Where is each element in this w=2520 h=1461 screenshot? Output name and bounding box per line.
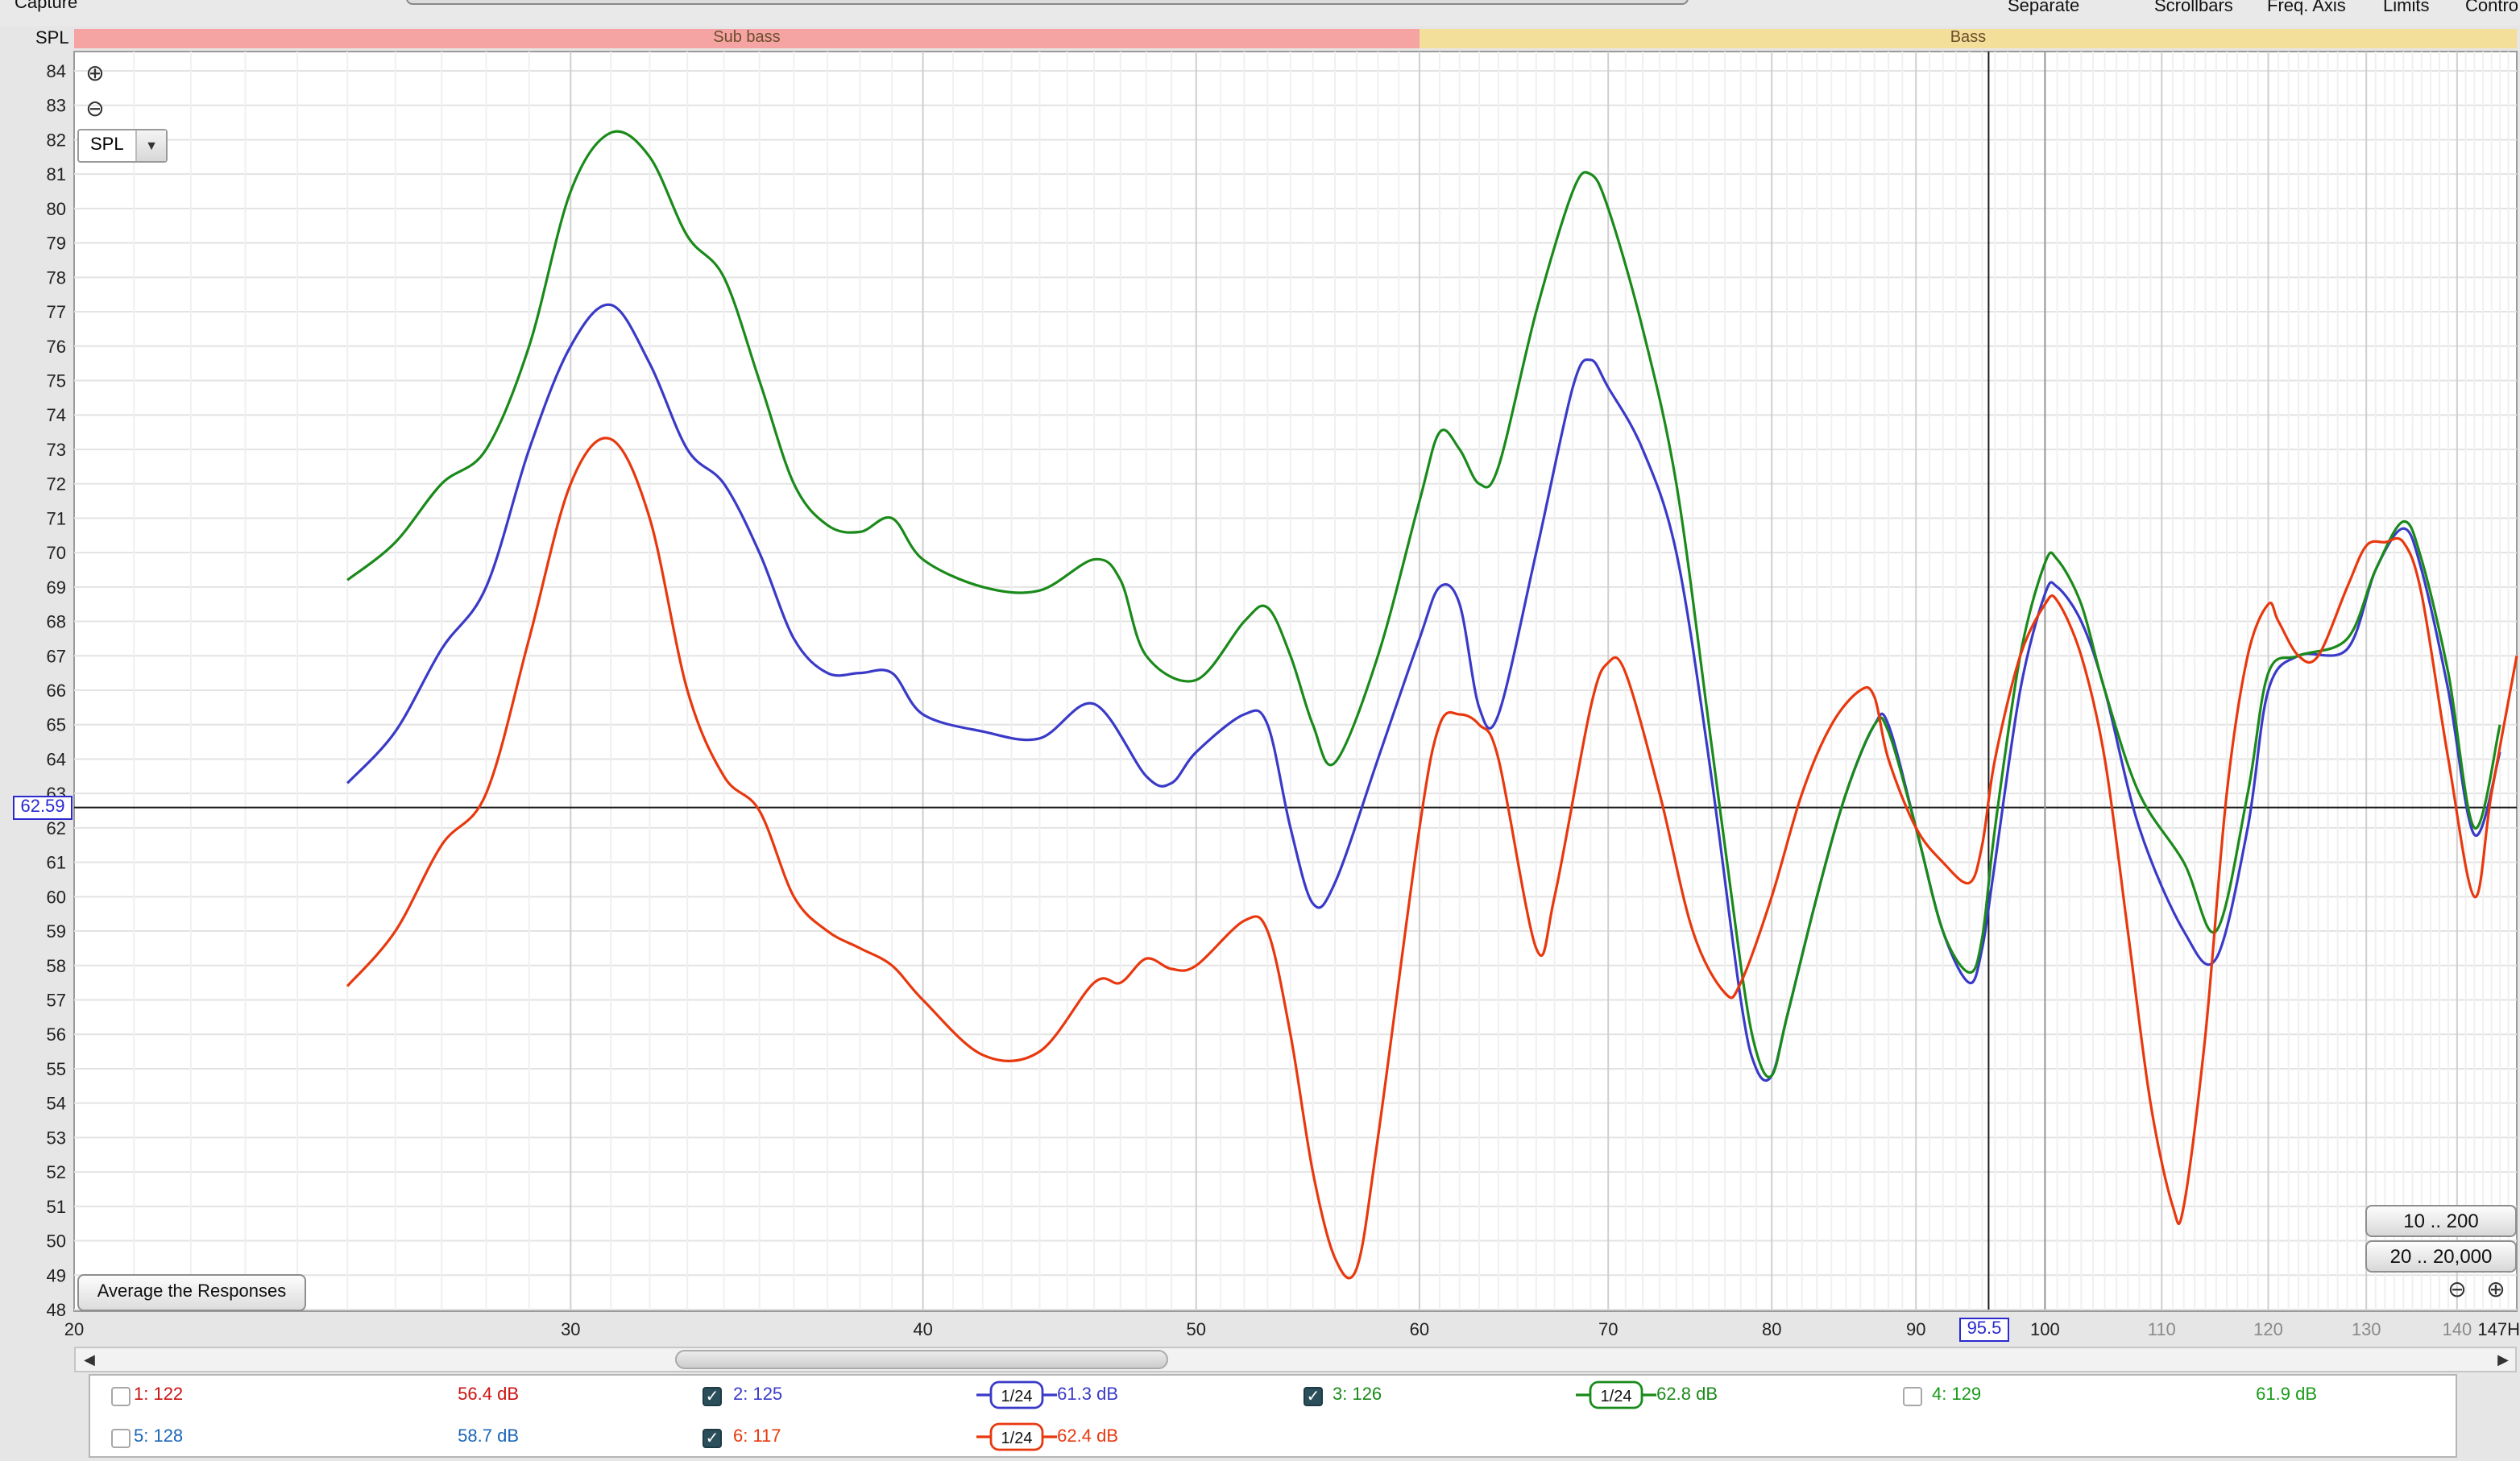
legend-item-name: 5: 128 [134,1427,184,1447]
legend-item-name: 4: 129 [1932,1385,1982,1405]
legend-item-name: 3: 126 [1333,1385,1382,1405]
y-tick-label: 68 [47,612,66,632]
y-tick-label: 48 [47,1300,66,1320]
smoothing-indicator[interactable]: 1/24 [1576,1380,1656,1409]
horizontal-scrollbar[interactable]: ◀ ▶ [74,1347,2517,1372]
x-tick-label: 30 [561,1319,580,1339]
y-tick-label: 66 [47,681,66,701]
scrollbar-thumb[interactable] [675,1350,1168,1369]
y-tick-label: 49 [47,1265,66,1285]
y-tick-label: 75 [47,371,66,391]
y-tick-label: 59 [47,921,66,942]
x-tick-label: 90 [1906,1319,1925,1339]
legend-item-value: 61.9 dB [2256,1385,2317,1405]
zoom-out-icon[interactable]: ⊖ [84,97,106,119]
y-tick-label: 54 [47,1094,66,1114]
y-tick-label: 78 [47,267,66,288]
measurement-legend: 1: 122 56.4 dB ✓ 2: 125 61.3 dB 1/24 ✓ 3: 126 62… [89,1374,2457,1458]
y-tick-label: 72 [47,474,66,495]
y-tick-label: 57 [47,991,66,1011]
zoom-in-icon[interactable]: ⊕ [84,61,106,84]
x-tick-label: 120 [2253,1319,2283,1339]
y-tick-label: 77 [47,302,66,322]
legend-item-name: 6: 117 [733,1427,781,1447]
smoothing-label: 1/24 [1001,1430,1033,1447]
legend-item-value: 58.7 dB [458,1427,519,1447]
mode-select-value: SPL [90,135,124,155]
y-tick-label: 65 [47,715,66,735]
y-tick-label: 69 [47,577,66,598]
legend-item-name: 1: 122 [134,1385,184,1405]
y-tick-label: 71 [47,508,66,528]
y-tick-label: 82 [47,130,66,150]
smoothing-indicator[interactable]: 1/24 [976,1422,1057,1451]
x-tick-label: 60 [1410,1319,1429,1339]
cursor-y-readout: 62.59 [13,796,73,820]
cursor-x-readout: 95.5 [1959,1318,2009,1342]
y-tick-label: 50 [47,1231,66,1252]
chevron-down-icon[interactable]: ▼ [135,130,166,161]
smoothing-label: 1/24 [1001,1388,1033,1405]
y-tick-label: 62 [47,818,66,838]
spl-chart[interactable]: 4849505152535455565758596061626364656667… [0,0,2520,1461]
zoom-in-horizontal-icon[interactable]: ⊕ [2485,1277,2507,1300]
range-20-20000-button[interactable]: 20 .. 20,000 [2365,1240,2517,1273]
legend-checkbox[interactable]: ✓ [703,1387,722,1406]
legend-checkbox[interactable] [111,1387,131,1406]
x-tick-label: 100 [2030,1319,2060,1339]
smoothing-label: 1/24 [1601,1388,1632,1405]
y-tick-label: 73 [47,440,66,460]
scroll-right-icon[interactable]: ▶ [2497,1351,2509,1369]
zoom-out-horizontal-icon[interactable]: ⊖ [2446,1277,2468,1300]
mode-select[interactable]: SPL ▼ [77,129,168,163]
y-tick-label: 58 [47,956,66,976]
average-responses-button[interactable]: Average the Responses [77,1274,306,1311]
y-tick-label: 81 [47,164,66,184]
y-tick-label: 64 [47,749,66,769]
y-tick-label: 51 [47,1197,66,1217]
y-tick-label: 56 [47,1024,66,1045]
scroll-left-icon[interactable]: ◀ [84,1351,95,1369]
y-tick-label: 61 [47,853,66,873]
y-tick-label: 70 [47,543,66,563]
y-tick-label: 60 [47,887,66,907]
y-tick-label: 80 [47,199,66,219]
y-tick-label: 76 [47,337,66,357]
y-tick-label: 74 [47,405,66,425]
y-tick-label: 53 [47,1128,66,1148]
range-10-200-button[interactable]: 10 .. 200 [2365,1205,2517,1237]
x-tick-label: 40 [913,1319,932,1339]
legend-checkbox[interactable] [111,1429,131,1448]
x-tick-label: 20 [64,1319,84,1339]
legend-checkbox[interactable] [1903,1387,1922,1406]
y-tick-label: 79 [47,234,66,254]
legend-checkbox[interactable]: ✓ [703,1429,722,1448]
x-tick-label: 140 [2442,1319,2472,1339]
x-tick-label: 110 [2148,1319,2176,1339]
x-tick-label: 70 [1598,1319,1618,1339]
x-tick-label: 130 [2352,1319,2381,1339]
y-tick-label: 84 [47,61,66,81]
y-tick-label: 55 [47,1059,66,1079]
smoothing-indicator[interactable]: 1/24 [976,1380,1057,1409]
x-tick-label: 80 [1762,1319,1781,1339]
legend-checkbox[interactable]: ✓ [1304,1387,1323,1406]
x-tick-label: 147H [2477,1319,2520,1339]
y-tick-label: 67 [47,646,66,666]
x-tick-label: 50 [1187,1319,1206,1339]
legend-item-name: 2: 125 [733,1385,783,1405]
y-tick-label: 52 [47,1162,66,1182]
y-tick-label: 83 [47,96,66,116]
legend-item-value: 56.4 dB [458,1385,519,1405]
